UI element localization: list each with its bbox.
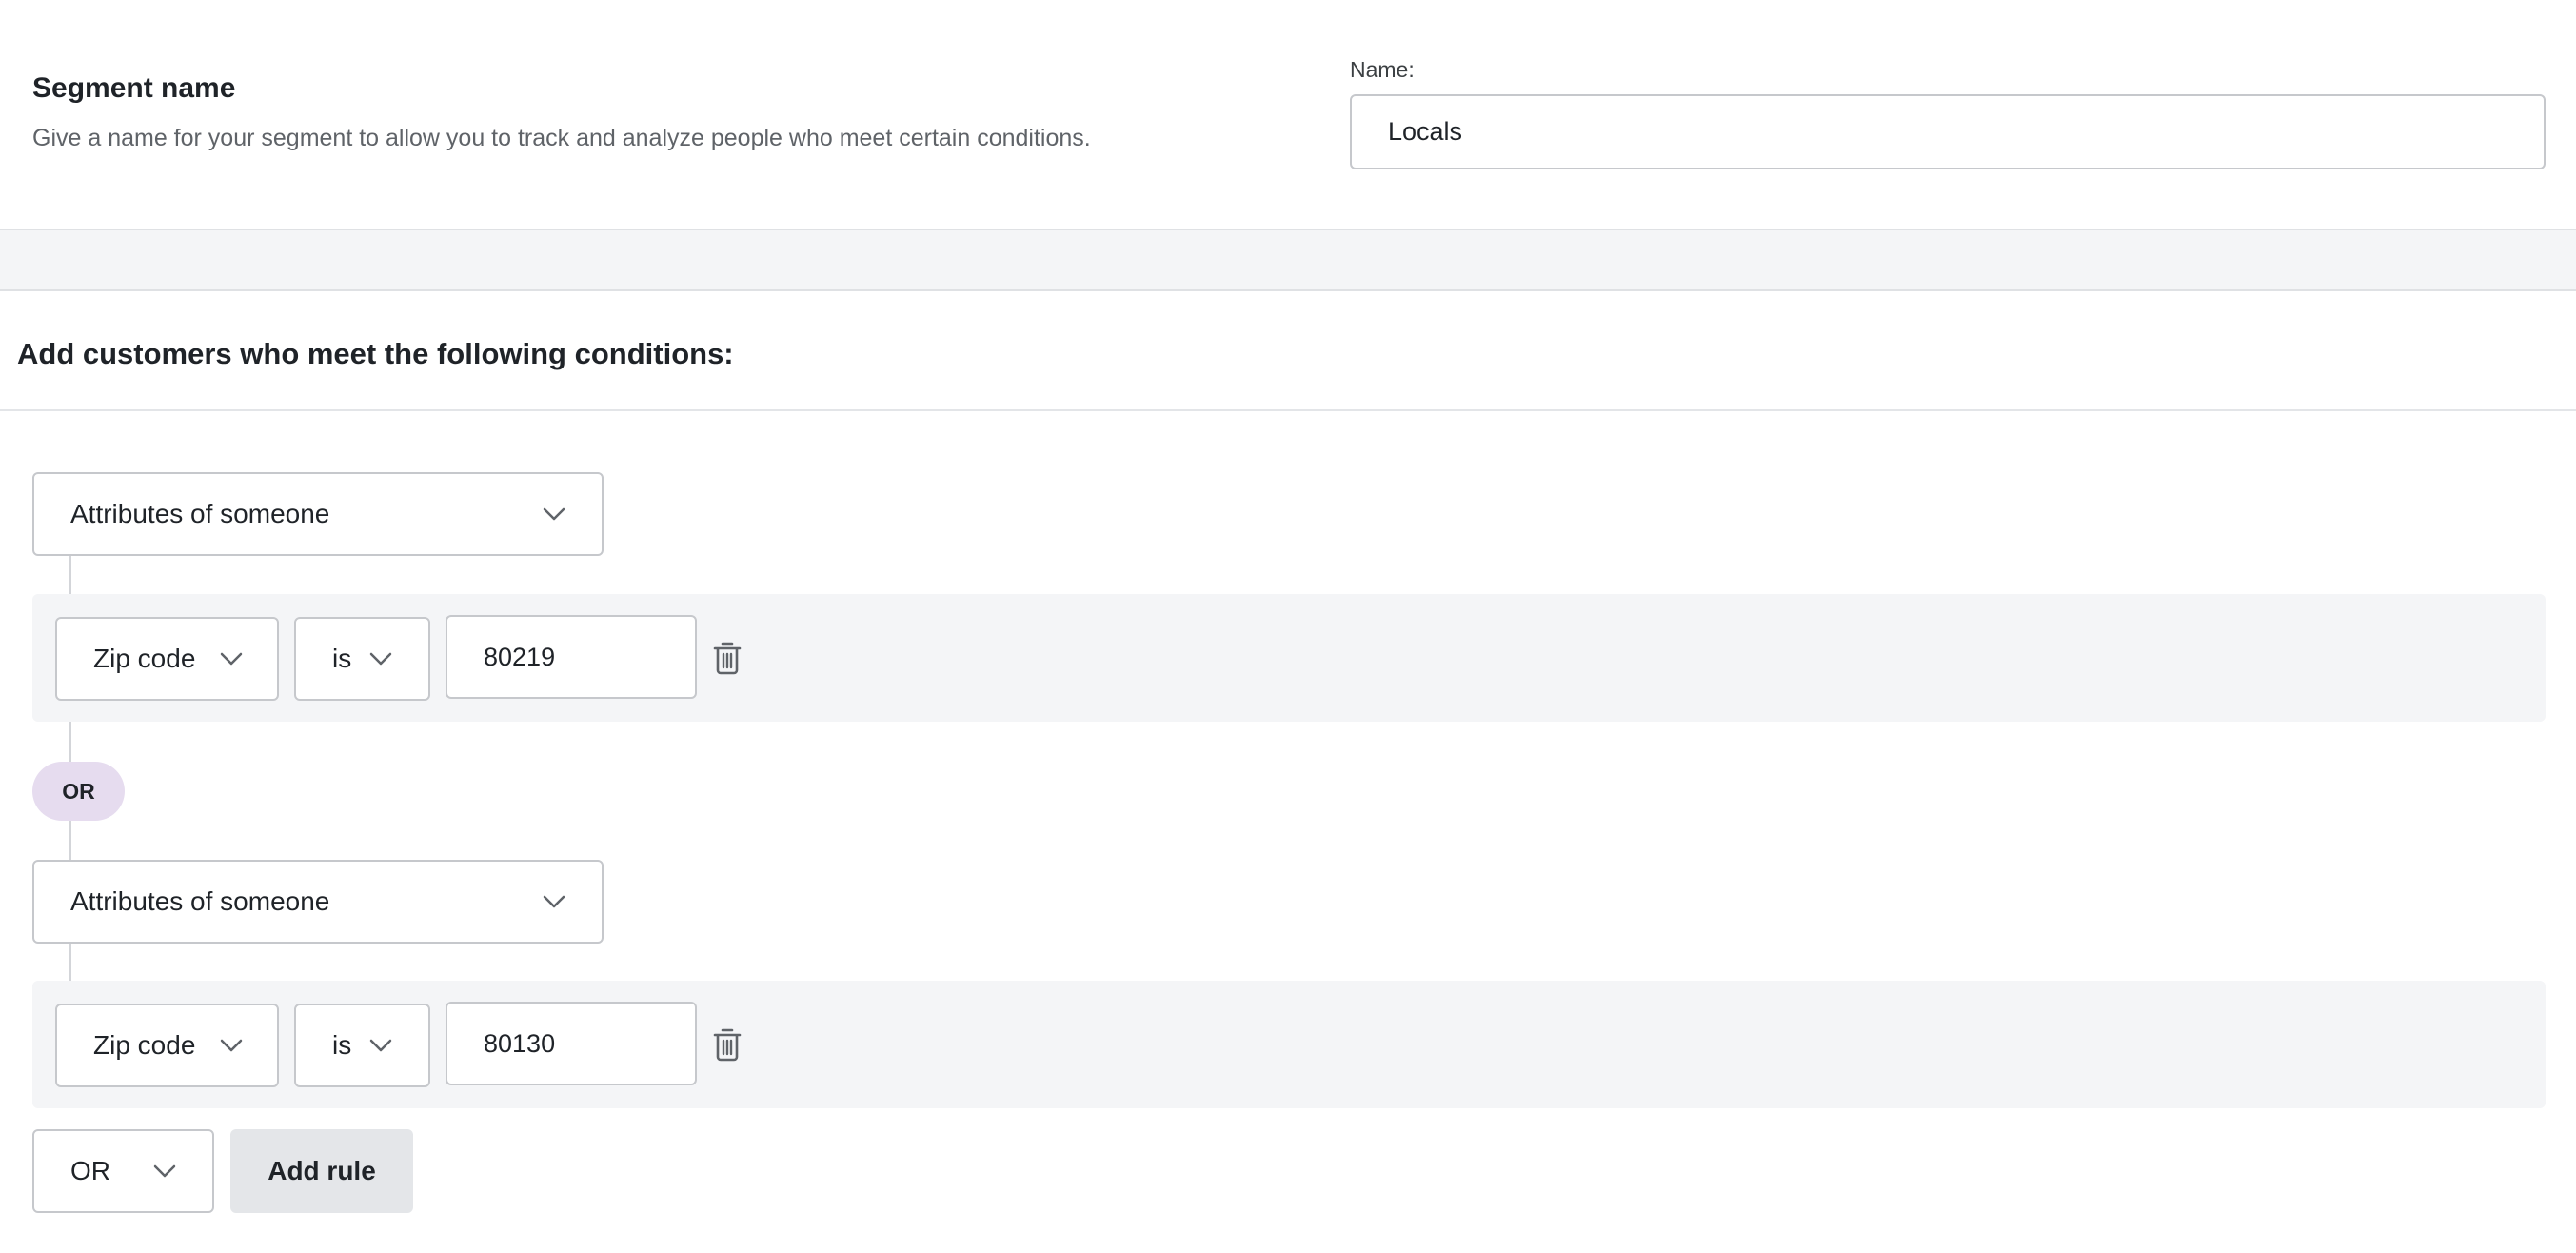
rule-field-label: Zip code <box>93 644 196 673</box>
segment-editor: Segment name Give a name for your segmen… <box>0 0 2576 1253</box>
conditions-title: Add customers who meet the following con… <box>17 337 734 370</box>
rule-value-input[interactable] <box>446 615 697 699</box>
chevron-down-icon <box>543 507 565 521</box>
delete-rule-button[interactable] <box>710 1025 744 1064</box>
chevron-down-icon <box>369 1039 392 1052</box>
rule-operator-label: is <box>332 644 352 673</box>
delete-rule-button[interactable] <box>710 639 744 677</box>
rule-value-input[interactable] <box>446 1002 697 1085</box>
name-label: Name: <box>1350 57 1415 82</box>
chevron-down-icon <box>220 1039 243 1052</box>
chevron-down-icon <box>153 1164 176 1178</box>
rule-row: Zip code is <box>32 981 2546 1108</box>
or-separator-badge: OR <box>32 762 125 821</box>
chevron-down-icon <box>220 652 243 666</box>
segment-name-input[interactable] <box>1350 94 2546 169</box>
segment-name-title: Segment name <box>32 72 236 104</box>
condition-source-dropdown[interactable]: Attributes of someone <box>32 472 604 556</box>
rule-operator-label: is <box>332 1030 352 1060</box>
chevron-down-icon <box>369 652 392 666</box>
connector-line <box>69 821 71 861</box>
condition-source-dropdown[interactable]: Attributes of someone <box>32 860 604 944</box>
condition-source-label: Attributes of someone <box>70 886 330 916</box>
rule-operator-dropdown[interactable]: is <box>294 1004 430 1087</box>
trash-icon <box>713 642 742 675</box>
segment-name-section: Segment name Give a name for your segmen… <box>0 0 2576 230</box>
connector-line <box>69 943 71 983</box>
rule-field-dropdown[interactable]: Zip code <box>55 617 279 701</box>
chevron-down-icon <box>543 895 565 908</box>
combinator-dropdown[interactable]: OR <box>32 1129 214 1213</box>
rule-field-dropdown[interactable]: Zip code <box>55 1004 279 1087</box>
rule-operator-dropdown[interactable]: is <box>294 617 430 701</box>
section-divider <box>0 230 2576 291</box>
combinator-label: OR <box>70 1156 110 1185</box>
conditions-header: Add customers who meet the following con… <box>0 291 2576 411</box>
connector-line <box>69 556 71 596</box>
condition-source-label: Attributes of someone <box>70 499 330 528</box>
connector-line <box>69 722 71 762</box>
trash-icon <box>713 1028 742 1062</box>
segment-name-description: Give a name for your segment to allow yo… <box>32 125 1091 151</box>
rule-row: Zip code is <box>32 594 2546 722</box>
add-rule-button[interactable]: Add rule <box>230 1129 413 1213</box>
rule-field-label: Zip code <box>93 1030 196 1060</box>
